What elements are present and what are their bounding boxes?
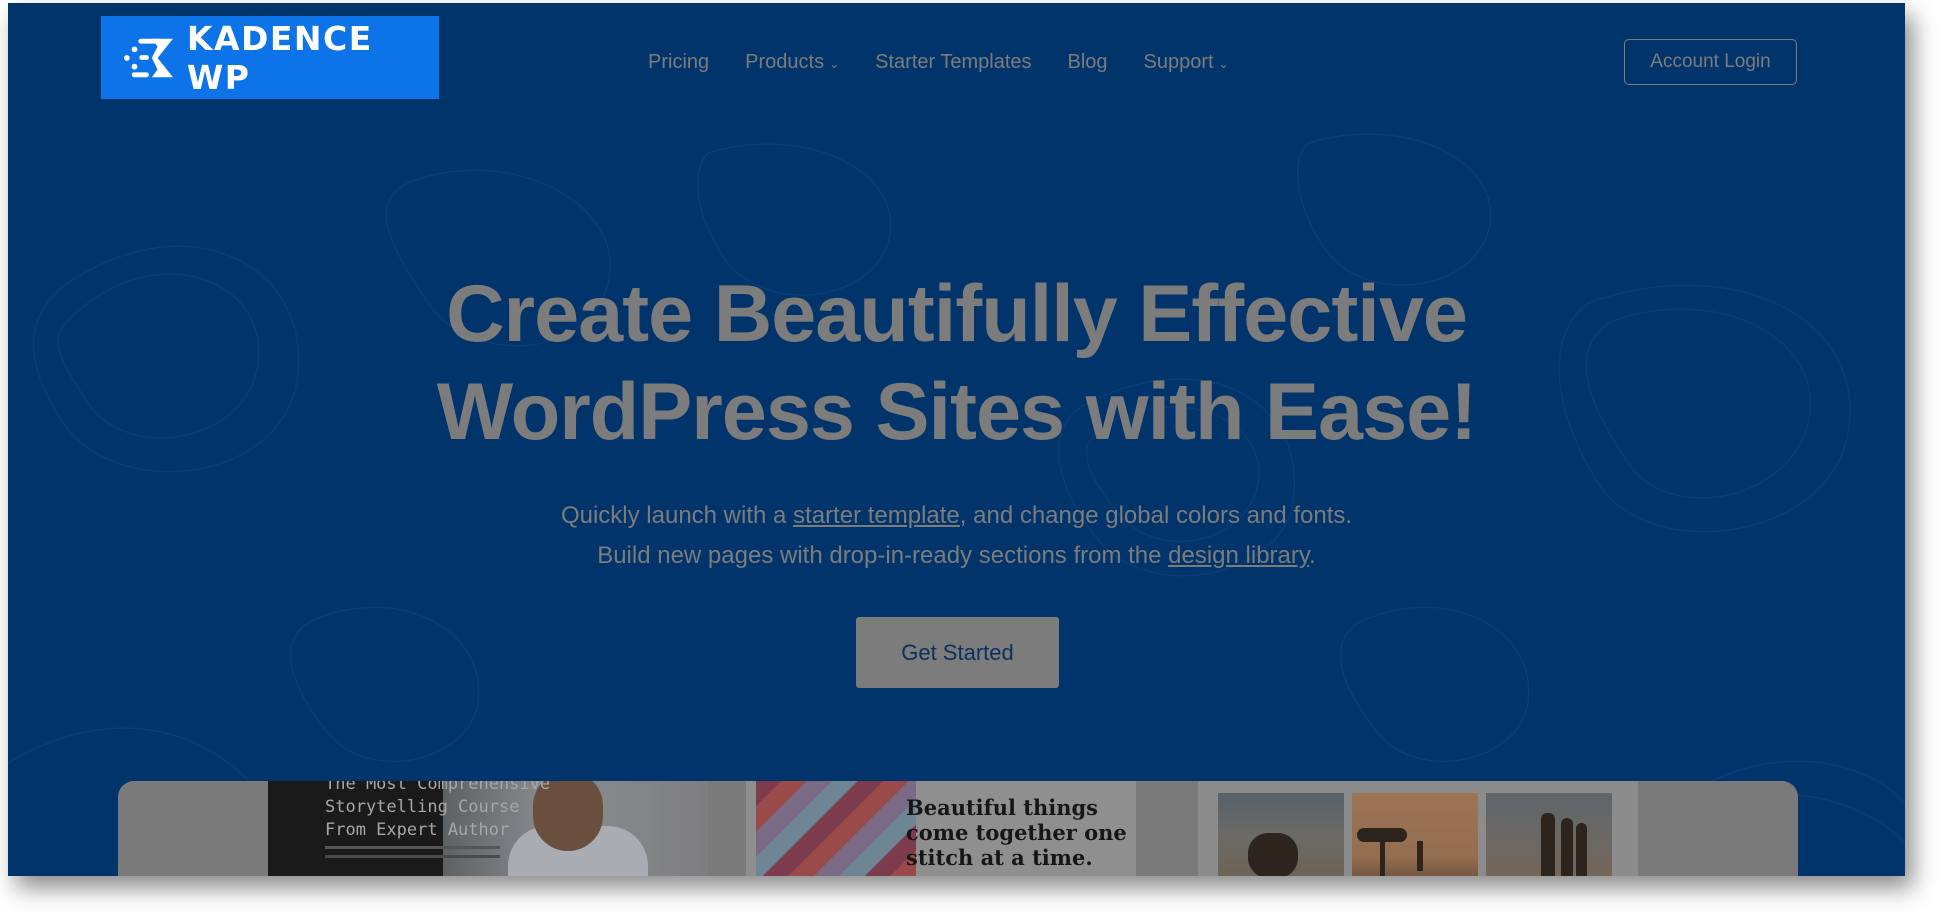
chevron-down-icon: ⌄ xyxy=(1218,56,1229,71)
hero-title-line-1: Create Beautifully Effective xyxy=(446,269,1468,359)
nav-item-label: Pricing xyxy=(648,51,710,73)
tree-trunk-shape xyxy=(1380,838,1385,876)
get-started-button[interactable]: Get Started xyxy=(856,617,1059,688)
person-shape xyxy=(1576,823,1587,876)
nav-item-label: Products xyxy=(745,51,825,73)
headline-line: Beautiful things xyxy=(906,795,1098,820)
kadence-k-icon xyxy=(123,38,173,77)
nav-item-support[interactable]: Support ⌄ xyxy=(1144,51,1229,74)
nav-item-starter-templates[interactable]: Starter Templates xyxy=(875,51,1031,74)
subtitle-text: , and change global colors and fonts. xyxy=(959,502,1353,529)
storytelling-headline: The Most Comprehensive Storytelling Cour… xyxy=(325,781,550,842)
brand-name: KADENCE WP xyxy=(186,18,373,97)
nav-item-blog[interactable]: Blog xyxy=(1068,51,1108,74)
nav-item-pricing[interactable]: Pricing xyxy=(648,51,709,74)
template-preview-storytelling[interactable]: The Most Comprehensive Storytelling Cour… xyxy=(268,781,708,876)
motorcycle-desert-photo xyxy=(1218,793,1344,876)
nav-item-label: Support xyxy=(1143,51,1214,73)
subtitle-text: Build new pages with drop-in-ready secti… xyxy=(597,542,1169,569)
kadence-logo[interactable]: KADENCE WP xyxy=(101,16,439,99)
subtitle-text: . xyxy=(1309,542,1316,569)
headline-line: come together one xyxy=(906,820,1127,845)
hero-subtitle-line-2: Build new pages with drop-in-ready secti… xyxy=(8,536,1905,576)
account-login-button[interactable]: Account Login xyxy=(1624,39,1797,85)
headline-line: The Most Comprehensive xyxy=(325,781,551,794)
person-shape xyxy=(1541,813,1555,876)
thread-spools-photo xyxy=(756,781,916,876)
subtitle-text: Quickly launch with a xyxy=(560,502,794,529)
hero-title-line-2: WordPress Sites with Ease! xyxy=(436,367,1477,457)
template-preview-stitch[interactable]: Beautiful things come together one stitc… xyxy=(746,781,1136,876)
nav-item-label: Blog xyxy=(1067,51,1108,73)
hero-title: Create Beautifully Effective WordPress S… xyxy=(8,265,1905,461)
template-preview-travel-gallery[interactable] xyxy=(1198,781,1638,876)
giraffe-savanna-photo xyxy=(1352,793,1478,876)
chevron-down-icon: ⌄ xyxy=(829,56,840,71)
browser-page: KADENCE WP Pricing Products ⌄ Starter Te… xyxy=(8,3,1905,876)
nav-item-products[interactable]: Products ⌄ xyxy=(745,51,839,74)
motorcycle-shape xyxy=(1248,833,1298,876)
body-text-placeholder xyxy=(325,846,500,849)
starter-template-link[interactable]: starter template xyxy=(793,502,960,529)
headline-line: Storytelling Course xyxy=(325,797,520,817)
people-carrying-water-photo xyxy=(1486,793,1612,876)
headline-line: stitch at a time. xyxy=(906,845,1093,870)
design-library-link[interactable]: design library xyxy=(1168,542,1309,569)
nav-item-label: Starter Templates xyxy=(875,51,1032,73)
template-showcase: The Most Comprehensive Storytelling Cour… xyxy=(118,781,1798,876)
stitch-headline: Beautiful things come together one stitc… xyxy=(906,795,1127,870)
main-navigation: Pricing Products ⌄ Starter Templates Blo… xyxy=(648,51,1265,74)
hero-subtitle: Quickly launch with a starter template, … xyxy=(8,496,1905,576)
giraffe-neck-shape xyxy=(1417,841,1423,871)
headline-line: From Expert Author xyxy=(325,820,510,840)
person-shape xyxy=(1561,818,1573,876)
hero-subtitle-line-1: Quickly launch with a starter template, … xyxy=(8,496,1905,536)
